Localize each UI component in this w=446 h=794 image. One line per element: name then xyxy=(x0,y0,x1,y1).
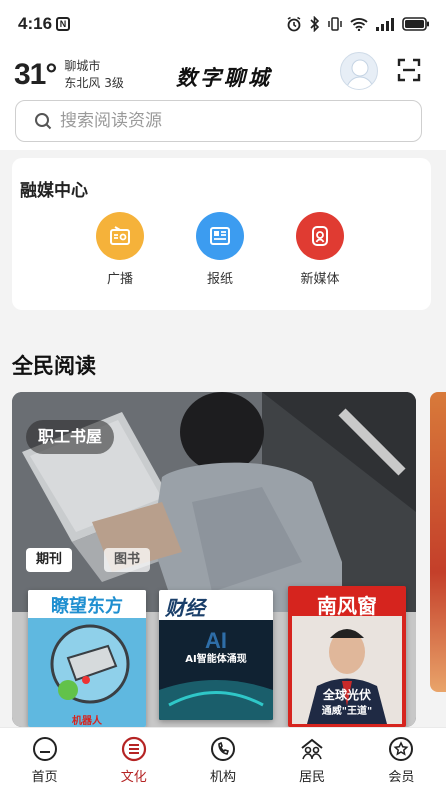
vibrate-icon xyxy=(328,17,342,31)
status-time: 4:16 N xyxy=(18,14,71,34)
weather-info: 聊城市 东北风 3级 xyxy=(64,58,123,92)
media-item-label: 新媒体 xyxy=(300,272,340,287)
magazine-art xyxy=(28,618,146,727)
resident-icon xyxy=(301,738,323,760)
radio-icon xyxy=(96,212,144,260)
banner-tag: 职工书屋 xyxy=(26,420,115,454)
member-icon xyxy=(389,737,414,761)
wind-info: 东北风 3级 xyxy=(64,76,124,90)
nav-member[interactable]: 会员 xyxy=(361,728,441,794)
media-center-title: 融媒中心 xyxy=(20,181,88,201)
magazine-caption: 机器人 xyxy=(72,716,102,727)
search-box[interactable] xyxy=(15,100,422,142)
media-center-card: 融媒中心 广播 报纸 新媒体 xyxy=(12,158,431,310)
user-avatar-icon xyxy=(345,59,375,89)
nav-label: 会员 xyxy=(388,770,415,785)
signal-icon xyxy=(376,18,394,31)
nav-label: 居民 xyxy=(299,770,326,785)
battery-icon xyxy=(402,17,429,31)
newspaper-icon xyxy=(196,212,244,260)
media-item-label: 报纸 xyxy=(206,272,233,287)
institution-icon xyxy=(210,737,235,761)
media-item-radio[interactable]: 广播 xyxy=(85,212,155,287)
new-media-icon xyxy=(296,212,344,260)
header: 31° 聊城市 东北风 3级 数字聊城 xyxy=(0,48,446,150)
nav-home[interactable]: 首页 xyxy=(5,728,85,794)
magazine-subcaption: 通威"王道" xyxy=(321,706,373,717)
bluetooth-icon xyxy=(310,16,320,32)
app-title: 数字聊城 xyxy=(176,65,272,90)
alarm-icon xyxy=(287,16,301,32)
avatar[interactable] xyxy=(340,52,378,90)
nav-label: 首页 xyxy=(31,770,58,785)
magazine-art: AI xyxy=(159,620,273,720)
search-input[interactable] xyxy=(60,111,421,131)
temperature: 31° xyxy=(14,58,57,91)
media-item-new-media[interactable]: 新媒体 xyxy=(285,212,355,287)
wifi-icon xyxy=(350,18,368,31)
status-time-text: 4:16 xyxy=(18,14,53,33)
magazine-cover[interactable]: 财经 AI AI智能体涌现 xyxy=(159,590,273,720)
nav-resident[interactable]: 居民 xyxy=(272,728,352,794)
magazine-caption: 全球光伏 xyxy=(322,688,371,702)
chip-periodical[interactable]: 期刊 xyxy=(26,548,73,572)
magazine-cover[interactable]: 瞭望东方 机器人 xyxy=(28,590,146,727)
nav-label: 机构 xyxy=(209,770,236,785)
status-bar: 4:16 N xyxy=(0,0,446,48)
magazine-caption: AI智能体涌现 xyxy=(185,654,247,665)
magazine-title: 瞭望东方 xyxy=(51,596,123,617)
notification-n-icon: N xyxy=(56,17,71,31)
reading-section-title: 全民阅读 xyxy=(12,354,96,378)
media-item-label: 广播 xyxy=(106,272,133,287)
next-banner-peek[interactable] xyxy=(430,392,446,692)
chip-books[interactable]: 图书 xyxy=(104,548,151,572)
nav-label: 文化 xyxy=(120,770,147,785)
culture-icon xyxy=(121,736,146,762)
city-name: 聊城市 xyxy=(64,59,101,73)
bottom-nav: 首页 文化 机构 居民 会员 xyxy=(0,727,446,794)
weather-widget[interactable]: 31° 聊城市 东北风 3级 xyxy=(14,58,124,92)
magazine-cover[interactable]: 南风窗 全球光伏 通威"王道" xyxy=(288,586,406,727)
nav-culture[interactable]: 文化 xyxy=(94,728,174,794)
scan-icon xyxy=(397,58,421,82)
magazine-title: 财经 xyxy=(165,596,205,620)
search-icon xyxy=(35,113,52,130)
status-icons xyxy=(286,16,430,32)
reading-banner[interactable]: 职工书屋 期刊 图书 瞭望东方 机器人 财经 AI AI智能体涌现 南风窗 全球… xyxy=(12,392,416,727)
home-icon xyxy=(32,737,57,761)
nav-institution[interactable]: 机构 xyxy=(183,728,263,794)
media-item-newspaper[interactable]: 报纸 xyxy=(185,212,255,287)
scan-button[interactable] xyxy=(397,58,421,82)
magazine-title: 南风窗 xyxy=(317,594,377,618)
